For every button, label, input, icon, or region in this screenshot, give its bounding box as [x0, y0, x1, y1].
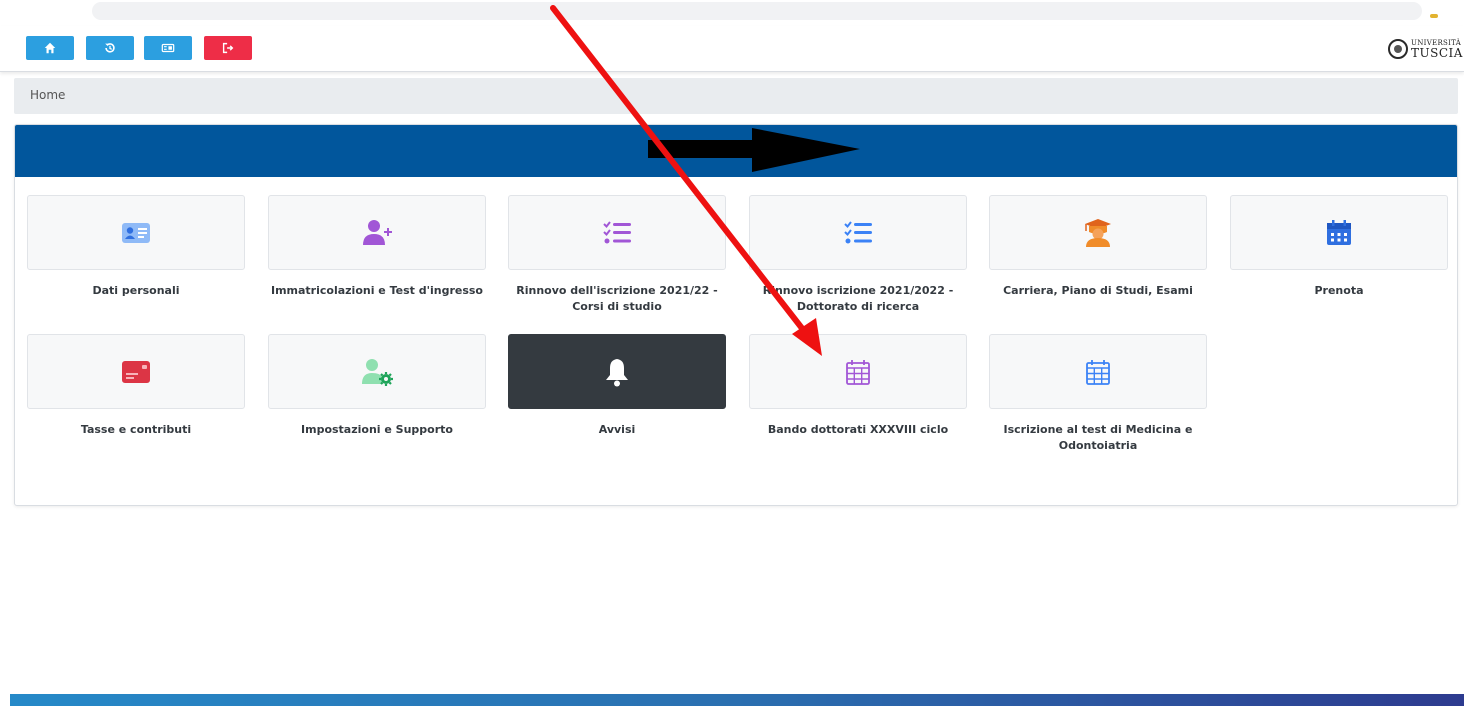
university-logo[interactable]: UNIVERSITÀ TUSCIA	[1388, 36, 1463, 62]
tile-label[interactable]: Iscrizione al test di Medicina e Odontoi…	[989, 422, 1207, 454]
logout-button[interactable]	[204, 36, 252, 60]
tile-bando-dottorati[interactable]	[749, 334, 967, 409]
tile-label[interactable]: Carriera, Piano di Studi, Esami	[989, 283, 1207, 299]
home-button[interactable]	[26, 36, 74, 60]
search-bar[interactable]	[92, 2, 1422, 20]
breadcrumb-home[interactable]: Home	[30, 88, 65, 102]
user-gear-icon	[362, 358, 393, 386]
card-title: Tus	[723, 141, 749, 160]
footer-bar	[10, 694, 1464, 706]
calendar-icon	[1327, 219, 1351, 245]
logout-icon	[222, 42, 234, 54]
tile-rinnovo-corsi[interactable]	[508, 195, 726, 270]
tile-rinnovo-dottorato[interactable]	[749, 195, 967, 270]
credit-card-icon	[122, 360, 150, 383]
extension-icon[interactable]	[1430, 14, 1438, 18]
tile-dati-personali[interactable]	[27, 195, 245, 270]
browser-search-strip	[0, 0, 1464, 26]
tile-label[interactable]: Tasse e contributi	[27, 422, 245, 438]
university-seal-icon	[1388, 39, 1408, 59]
tile-label[interactable]: Impostazioni e Supporto	[268, 422, 486, 438]
id-card-button[interactable]	[144, 36, 192, 60]
checklist-icon	[844, 220, 872, 243]
graduate-icon	[1085, 218, 1111, 247]
user-plus-icon	[363, 219, 392, 245]
tile-label[interactable]: Immatricolazioni e Test d'ingresso	[268, 283, 486, 299]
toolbar: UNIVERSITÀ TUSCIA	[0, 26, 1464, 72]
tile-impostazioni[interactable]	[268, 334, 486, 409]
history-icon	[105, 43, 115, 53]
tile-iscrizione-medicina[interactable]	[989, 334, 1207, 409]
tile-label[interactable]: Rinnovo dell'iscrizione 2021/22 - Corsi …	[508, 283, 726, 315]
checklist-icon	[603, 220, 631, 243]
tile-carriera[interactable]	[989, 195, 1207, 270]
calendar-outline-icon	[1086, 359, 1110, 385]
tile-immatricolazioni[interactable]	[268, 195, 486, 270]
tile-label[interactable]: Prenota	[1230, 283, 1448, 299]
id-card-icon	[122, 222, 150, 243]
tile-avvisi[interactable]	[508, 334, 726, 409]
calendar-outline-icon	[846, 359, 870, 385]
breadcrumb: Home	[14, 78, 1458, 114]
tile-label[interactable]: Rinnovo iscrizione 2021/2022 - Dottorato…	[749, 283, 967, 315]
bell-icon	[606, 358, 628, 386]
tile-label[interactable]: Bando dottorati XXXVIII ciclo	[749, 422, 967, 438]
home-icon	[44, 42, 56, 54]
tile-prenota[interactable]	[1230, 195, 1448, 270]
card-header: Tus	[15, 125, 1457, 177]
tile-label[interactable]: Avvisi	[508, 422, 726, 438]
tile-tasse[interactable]	[27, 334, 245, 409]
logo-line2: TUSCIA	[1411, 45, 1463, 60]
services-card: Tus Dati personali Immatricolazioni e Te…	[14, 124, 1458, 506]
tile-label[interactable]: Dati personali	[27, 283, 245, 299]
history-button[interactable]	[86, 36, 134, 60]
id-card-icon	[161, 43, 175, 53]
